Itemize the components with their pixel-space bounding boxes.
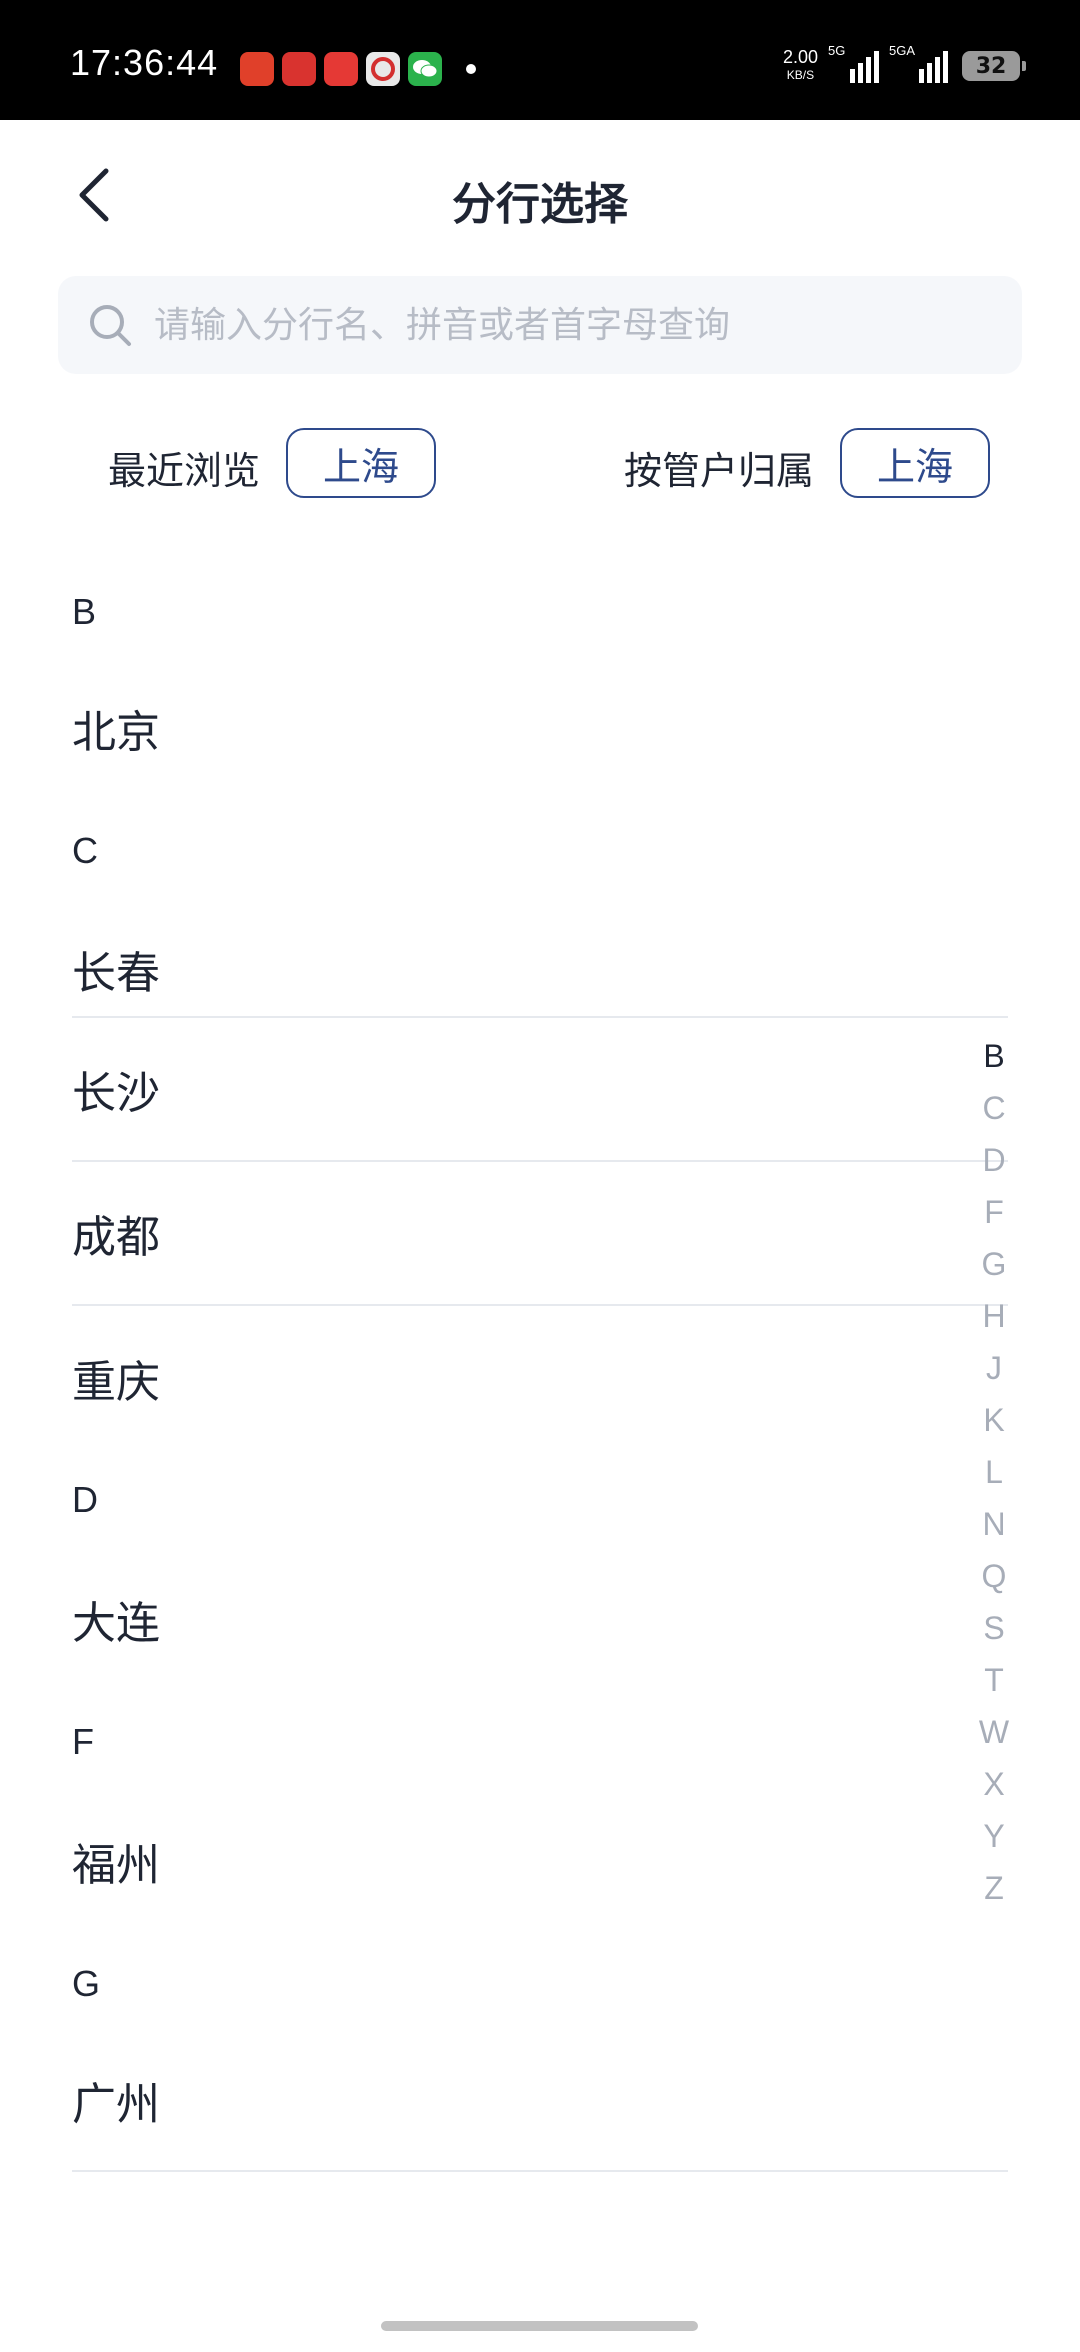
alpha-index-item[interactable]: C xyxy=(962,1082,1026,1134)
city-item[interactable]: 长沙 xyxy=(72,1018,1008,1162)
city-list: B 北京 C 长春 长沙 成都 重庆 D 大连 F 福州 G 广州 xyxy=(72,540,1008,2172)
alpha-index-item[interactable]: N xyxy=(962,1498,1026,1550)
alpha-index-item[interactable]: W xyxy=(962,1706,1026,1758)
alpha-index-item[interactable]: T xyxy=(962,1654,1026,1706)
section-header: F xyxy=(72,1721,94,1762)
system-status: 2.00 KB/S 5G 5GA 32 xyxy=(783,43,1026,84)
alpha-index-item[interactable]: B xyxy=(962,1030,1026,1082)
city-item[interactable]: 大连 xyxy=(72,1546,1008,1692)
section-header: B xyxy=(72,591,97,632)
wechat-icon xyxy=(408,52,442,86)
app-notification-icon xyxy=(282,52,316,86)
alpha-index-item[interactable]: Q xyxy=(962,1550,1026,1602)
more-notifications-dot xyxy=(466,64,476,74)
city-item[interactable]: 成都 xyxy=(72,1162,1008,1306)
alpha-index-item[interactable]: X xyxy=(962,1758,1026,1810)
alpha-index-item[interactable]: S xyxy=(962,1602,1026,1654)
alpha-index-item[interactable]: G xyxy=(962,1238,1026,1290)
city-item[interactable]: 广州 xyxy=(72,2030,1008,2172)
search-box[interactable] xyxy=(58,276,1022,374)
alpha-index-item[interactable]: K xyxy=(962,1394,1026,1446)
section-header: G xyxy=(72,1963,101,2004)
signal-tag: 5G xyxy=(828,43,846,58)
city-item[interactable]: 北京 xyxy=(72,680,1008,776)
alpha-index-item[interactable]: Z xyxy=(962,1862,1026,1914)
alpha-index-item[interactable]: L xyxy=(962,1446,1026,1498)
alpha-index-item[interactable]: F xyxy=(962,1186,1026,1238)
status-time: 17:36:44 xyxy=(70,42,219,83)
notification-icons xyxy=(240,52,476,86)
alpha-index-item[interactable]: H xyxy=(962,1290,1026,1342)
news-app-icon xyxy=(324,52,358,86)
account-city-chip[interactable]: 上海 xyxy=(840,428,990,498)
alphabet-index[interactable]: B C D F G H J K L N Q S T W X Y Z xyxy=(962,1030,1026,1914)
network-speed-unit: KB/S xyxy=(786,68,815,82)
recent-city-chip[interactable]: 上海 xyxy=(286,428,436,498)
home-indicator[interactable] xyxy=(381,2321,698,2331)
signal-icon: 5G xyxy=(828,43,879,83)
account-label: 按管户归属 xyxy=(624,449,815,493)
city-item[interactable]: 重庆 xyxy=(72,1306,1008,1450)
status-bar: 17:36:44 2.00 KB/S 5G 5GA 32 xyxy=(0,0,1080,120)
page-title: 分行选择 xyxy=(452,179,628,230)
battery-icon: 32 xyxy=(962,51,1026,81)
search-icon xyxy=(86,301,134,349)
section-header: C xyxy=(72,830,98,871)
header: 分行选择 xyxy=(0,120,1080,270)
signal-tag: 5GA xyxy=(889,43,916,58)
section-header: D xyxy=(72,1479,98,1520)
network-speed: 2.00 KB/S xyxy=(783,48,818,84)
app-notification-icon xyxy=(366,52,400,86)
app-notification-icon xyxy=(240,52,274,86)
alpha-index-item[interactable]: J xyxy=(962,1342,1026,1394)
city-item[interactable]: 长春 xyxy=(72,922,1008,1018)
network-speed-value: 2.00 xyxy=(782,47,818,67)
city-item[interactable]: 福州 xyxy=(72,1788,1008,1934)
quick-select-row: 最近浏览 上海 按管户归属 上海 xyxy=(0,428,1080,502)
recent-label: 最近浏览 xyxy=(108,449,261,493)
alpha-index-item[interactable]: D xyxy=(962,1134,1026,1186)
signal-icon: 5GA xyxy=(889,43,948,83)
alpha-index-item[interactable]: Y xyxy=(962,1810,1026,1862)
search-input[interactable] xyxy=(152,303,976,347)
